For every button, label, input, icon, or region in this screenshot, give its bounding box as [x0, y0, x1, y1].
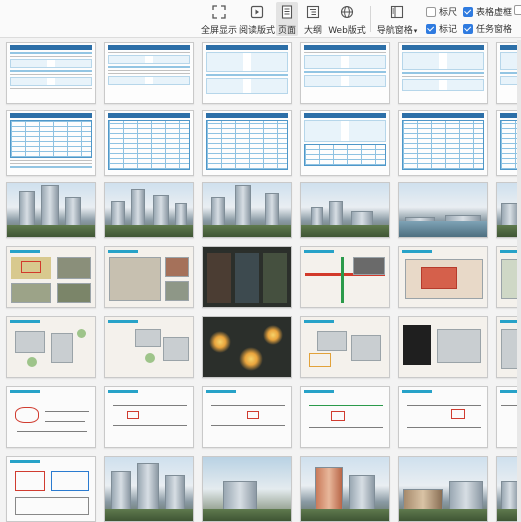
reading-layout-label: 阅读版式 [239, 26, 276, 36]
navigation-pane-icon [389, 4, 405, 20]
page-thumbnail[interactable] [398, 456, 488, 522]
markup-label: 标记 [439, 25, 458, 35]
page-thumbnails [0, 40, 521, 522]
page-thumbnail[interactable] [6, 110, 96, 176]
page-thumbnail[interactable] [6, 386, 96, 448]
ruler-label: 标尺 [439, 8, 458, 18]
page-thumbnail[interactable] [6, 42, 96, 104]
toolbar-divider [370, 6, 371, 32]
reading-layout-button[interactable]: 阅读版式 [239, 2, 275, 36]
page-thumbnail[interactable] [202, 246, 292, 308]
page-thumbnail[interactable] [300, 246, 390, 308]
page-thumbnail[interactable] [300, 316, 390, 378]
web-layout-icon [339, 4, 355, 20]
page-thumbnail[interactable] [104, 456, 194, 522]
outline-button[interactable]: 大纲 [302, 2, 324, 36]
page-thumbnail[interactable] [202, 42, 292, 104]
view-ribbon: 全屏显示 阅读版式 页面 大纲 Web版式 导航窗格▾ 标尺 表格虚框 标记 任… [0, 0, 521, 38]
fullscreen-icon [211, 4, 227, 20]
chevron-down-icon: ▾ [413, 27, 418, 35]
page-thumbnail[interactable] [104, 182, 194, 238]
navigation-pane-button[interactable]: 导航窗格▾ [375, 2, 419, 36]
page-thumbnail[interactable] [202, 316, 292, 378]
page-view-button[interactable]: 页面 [276, 2, 298, 36]
page-thumbnail[interactable] [300, 182, 390, 238]
page-thumbnail[interactable] [104, 42, 194, 104]
markup-checkbox[interactable]: 标记 [426, 22, 457, 35]
ruler-checkbox[interactable]: 标尺 [426, 5, 457, 18]
checkbox-box [463, 6, 473, 17]
page-thumbnail[interactable] [300, 386, 390, 448]
web-layout-button[interactable]: Web版式 [328, 2, 366, 36]
page-thumbnail[interactable] [398, 42, 488, 104]
table-gridlines-label: 表格虚框 [476, 8, 513, 18]
page-thumbnail[interactable] [398, 316, 488, 378]
vertical-scrollbar[interactable] [517, 40, 521, 522]
page-thumbnail[interactable] [6, 182, 96, 238]
page-thumbnail[interactable] [398, 110, 488, 176]
task-pane-checkbox[interactable]: 任务窗格 [463, 22, 512, 35]
table-gridlines-checkbox[interactable]: 表格虚框 [463, 5, 512, 18]
fullscreen-label: 全屏显示 [201, 26, 238, 36]
page-thumbnail[interactable] [300, 110, 390, 176]
fullscreen-button[interactable]: 全屏显示 [201, 2, 237, 36]
page-thumbnail[interactable] [6, 246, 96, 308]
navigation-pane-label: 导航窗格▾ [376, 26, 418, 36]
page-thumbnail[interactable] [202, 456, 292, 522]
page-thumbnail[interactable] [104, 246, 194, 308]
outline-icon [305, 4, 321, 20]
web-layout-label: Web版式 [328, 26, 366, 36]
outline-label: 大纲 [303, 26, 322, 36]
page-thumbnail[interactable] [202, 110, 292, 176]
checkbox-box [463, 23, 473, 34]
page-thumbnail[interactable] [104, 316, 194, 378]
extra-checkbox[interactable] [514, 5, 521, 15]
page-thumbnail[interactable] [202, 182, 292, 238]
page-thumbnail[interactable] [398, 246, 488, 308]
task-pane-label: 任务窗格 [476, 25, 513, 35]
page-view-icon [279, 4, 295, 20]
checkbox-box [514, 5, 521, 15]
page-thumbnail[interactable] [6, 316, 96, 378]
reading-layout-icon [249, 4, 265, 20]
page-thumbnail[interactable] [202, 386, 292, 448]
page-view-label: 页面 [277, 26, 296, 36]
checkbox-box [426, 6, 436, 17]
page-thumbnail[interactable] [398, 386, 488, 448]
checkbox-box [426, 23, 436, 34]
page-thumbnail[interactable] [300, 42, 390, 104]
page-thumbnail[interactable] [6, 456, 96, 522]
page-thumbnail[interactable] [104, 386, 194, 448]
page-thumbnail[interactable] [104, 110, 194, 176]
page-thumbnail[interactable] [398, 182, 488, 238]
page-thumbnail[interactable] [300, 456, 390, 522]
